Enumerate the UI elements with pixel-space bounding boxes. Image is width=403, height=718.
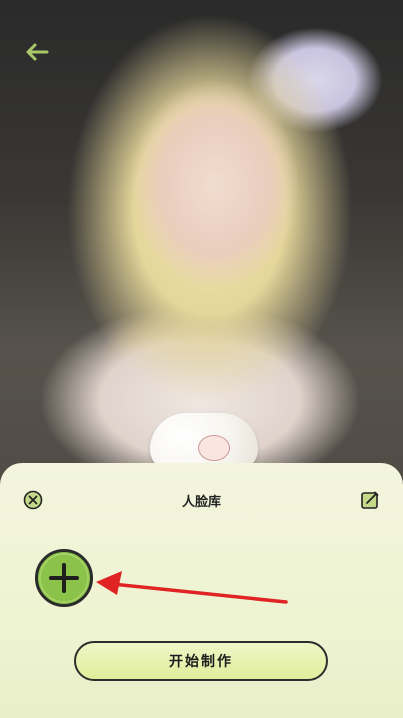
start-making-button[interactable]: 开始制作	[74, 641, 328, 681]
sheet-title: 人脸库	[181, 495, 221, 510]
back-button[interactable]	[24, 38, 52, 66]
back-arrow-icon	[26, 43, 49, 61]
annotation-arrow	[96, 571, 288, 604]
screen: 人脸库 开始制作	[0, 0, 403, 718]
add-face-button[interactable]	[34, 548, 94, 608]
edit-square-icon	[361, 491, 379, 509]
start-making-label: 开始制作	[169, 654, 233, 670]
edit-button[interactable]	[360, 490, 380, 510]
plus-circle-icon	[35, 549, 93, 607]
face-library-sheet: 人脸库 开始制作	[0, 463, 403, 718]
